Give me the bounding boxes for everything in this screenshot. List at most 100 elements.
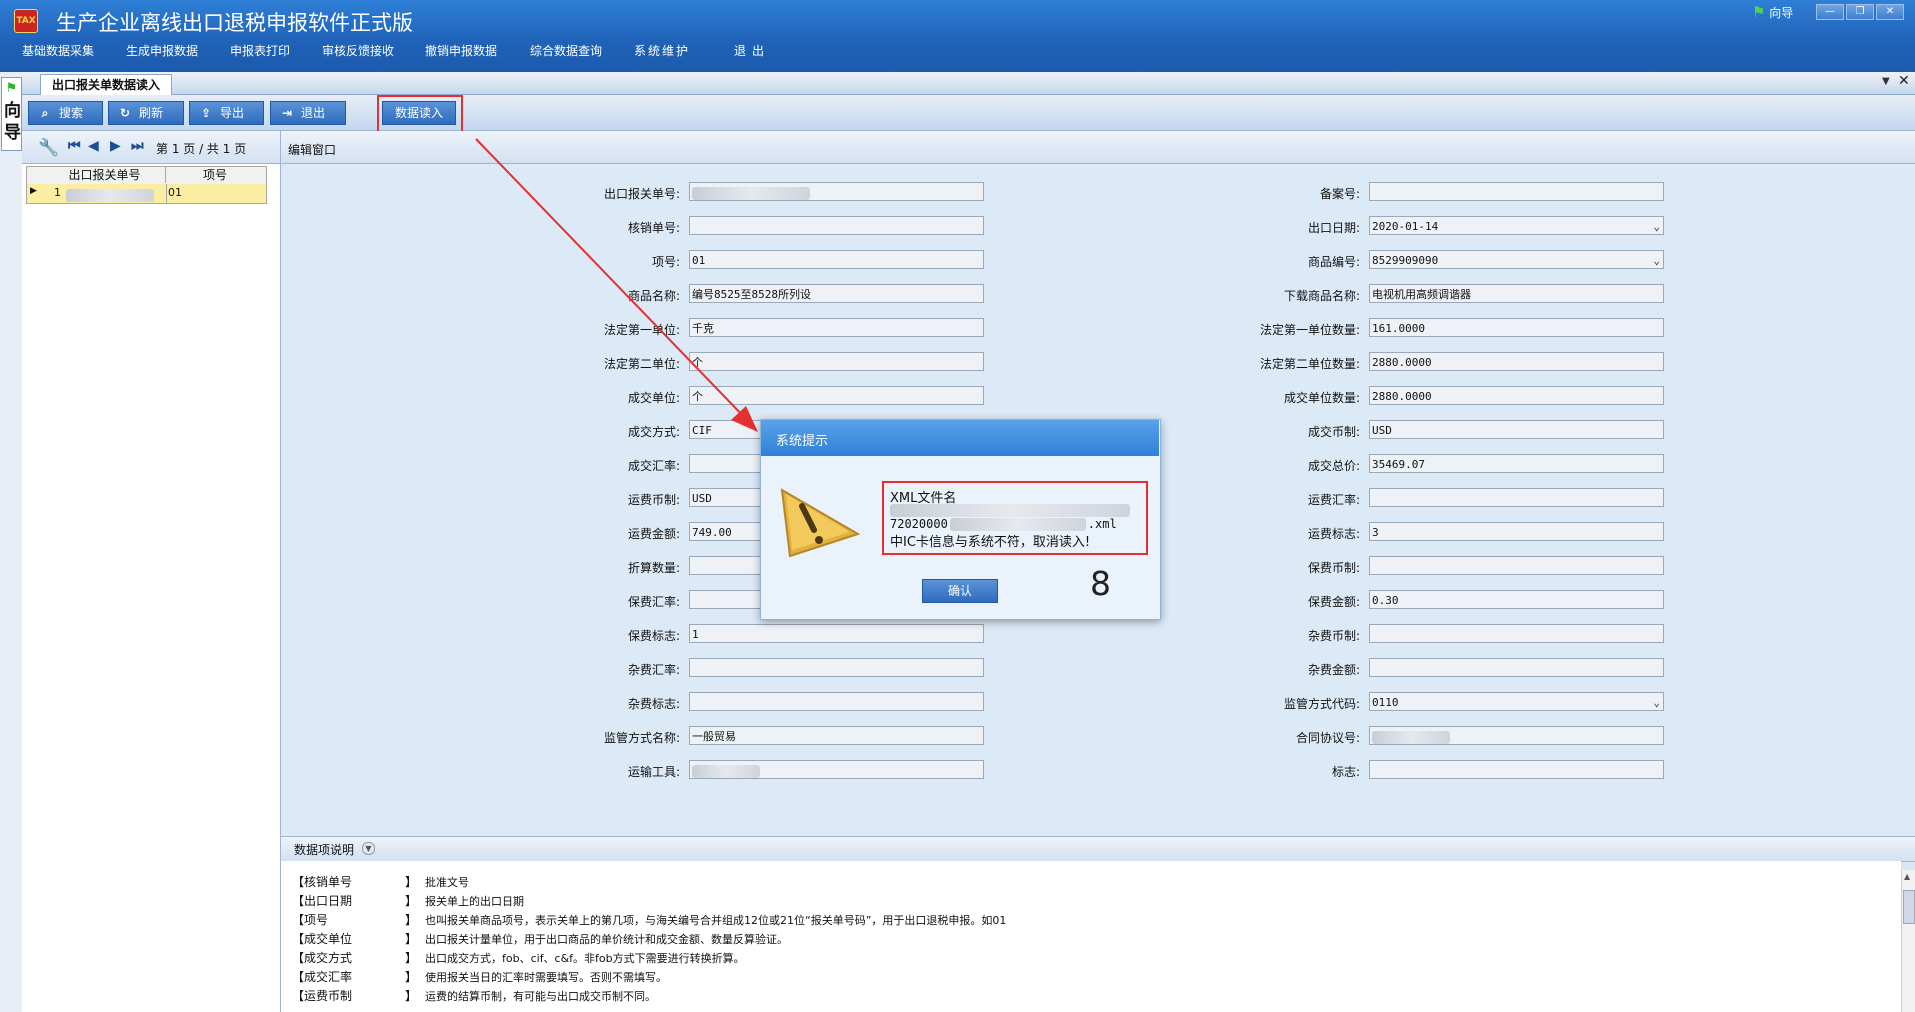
upload-icon: ⇪ <box>200 106 212 120</box>
right-form-field-value-4: 161.0000 <box>1372 322 1425 335</box>
minimize-icon[interactable]: — <box>1816 4 1844 20</box>
right-form-field-8[interactable]: 35469.07 <box>1369 454 1664 473</box>
left-form-field-0[interactable] <box>689 182 984 201</box>
left-form-field-4[interactable]: 千克 <box>689 318 984 337</box>
left-form-field-1[interactable] <box>689 216 984 235</box>
exit-button[interactable]: ⇥ 退出 <box>270 101 346 125</box>
right-form-label-10: 运费标志: <box>1307 527 1360 541</box>
menu-data-query[interactable]: 综合数据查询 <box>530 42 602 59</box>
menu-cancel-declaration[interactable]: 撤销申报数据 <box>425 42 497 59</box>
right-form-field-2[interactable]: 8529909090 ⌄ <box>1369 250 1664 269</box>
right-form-field-value-8: 35469.07 <box>1372 458 1425 471</box>
right-form-field-14[interactable] <box>1369 658 1664 677</box>
prev-page-icon[interactable]: ◀ <box>88 138 99 154</box>
menu-basic-data[interactable]: 基础数据采集 <box>22 42 94 59</box>
right-form-field-3[interactable]: 电视机用高频调谐器 <box>1369 284 1664 303</box>
app-logo-icon: TAX <box>14 9 38 33</box>
search-button[interactable]: ⌕ 搜索 <box>28 101 103 125</box>
description-key-1: 【出口日期 <box>292 894 353 908</box>
scroll-up-icon[interactable]: ▲ <box>1904 872 1910 881</box>
tab-menu-icon[interactable]: ▼ <box>1882 76 1890 87</box>
left-form-field-6[interactable]: 个 <box>689 386 984 405</box>
close-window-icon[interactable]: ✕ <box>1876 4 1904 20</box>
chevron-down-icon[interactable]: ⌄ <box>1653 217 1660 234</box>
right-form-field-13[interactable] <box>1369 624 1664 643</box>
right-form-label-9: 运费汇率: <box>1307 493 1360 507</box>
chevron-down-icon[interactable]: ⌄ <box>1653 693 1660 710</box>
right-form-field-value-10: 3 <box>1372 526 1379 539</box>
right-form-field-1[interactable]: 2020-01-14 ⌄ <box>1369 216 1664 235</box>
left-form-label-6: 成交单位: <box>627 391 680 405</box>
left-form-field-13[interactable]: 1 <box>689 624 984 643</box>
right-form-field-11[interactable] <box>1369 556 1664 575</box>
guide-vertical-tab[interactable]: ⚑ 向导 <box>1 77 22 151</box>
menu-exit[interactable]: 退出 <box>734 42 770 59</box>
restore-icon[interactable]: ❐ <box>1846 4 1874 20</box>
left-form-label-16: 监管方式名称: <box>603 731 680 745</box>
page-indicator: 第 1 页 / 共 1 页 <box>156 142 247 156</box>
export-button[interactable]: ⇪ 导出 <box>189 101 264 125</box>
next-page-icon[interactable]: ▶ <box>110 138 121 154</box>
right-form-field-value-12: 0.30 <box>1372 594 1399 607</box>
left-form-label-0: 出口报关单号: <box>603 187 680 201</box>
wrench-icon[interactable]: 🔧 <box>38 138 59 158</box>
right-form-field-15[interactable]: 0110 ⌄ <box>1369 692 1664 711</box>
right-form-field-12[interactable]: 0.30 <box>1369 590 1664 609</box>
left-form-field-3[interactable]: 编号8525至8528所列设 <box>689 284 984 303</box>
left-form-field-14[interactable] <box>689 658 984 677</box>
search-button-label: 搜索 <box>59 106 84 120</box>
redacted-value <box>692 186 810 200</box>
description-bracket: 】 <box>405 970 418 984</box>
export-button-label: 导出 <box>220 106 245 120</box>
right-form-field-7[interactable]: USD <box>1369 420 1664 439</box>
last-page-icon[interactable]: ⏭ <box>131 138 144 154</box>
right-form-field-value-1: 2020-01-14 <box>1372 220 1439 233</box>
menu-print-reports[interactable]: 申报表打印 <box>230 42 290 59</box>
right-form-field-9[interactable] <box>1369 488 1664 507</box>
column-header-declaration-no[interactable]: 出口报关单号 <box>44 167 166 183</box>
first-page-icon[interactable]: ⏮ <box>68 138 81 154</box>
search-icon: ⌕ <box>41 106 49 120</box>
left-form-label-13: 保费标志: <box>627 629 680 643</box>
tab-export-declaration-import[interactable]: 出口报关单数据读入 <box>40 74 172 95</box>
left-form-label-14: 杂费汇率: <box>627 663 680 677</box>
left-form-label-9: 运费币制: <box>627 493 680 507</box>
chevron-down-icon[interactable]: ⌄ <box>1653 251 1660 268</box>
left-form-field-value-10: 749.00 <box>692 526 732 539</box>
left-form-label-15: 杂费标志: <box>627 697 680 711</box>
description-key-5: 【成交汇率 <box>292 970 353 984</box>
menu-generate-declaration[interactable]: 生成申报数据 <box>126 42 198 59</box>
right-form-field-10[interactable]: 3 <box>1369 522 1664 541</box>
left-form-field-value-2: 01 <box>692 254 706 267</box>
scroll-thumb[interactable] <box>1903 890 1915 924</box>
left-form-label-11: 折算数量: <box>627 561 680 575</box>
right-form-label-5: 法定第二单位数量: <box>1259 357 1360 371</box>
left-form-field-16[interactable]: 一般贸易 <box>689 726 984 745</box>
right-form-field-6[interactable]: 2880.0000 <box>1369 386 1664 405</box>
left-form-field-5[interactable]: 个 <box>689 352 984 371</box>
column-header-item-no[interactable]: 项号 <box>166 167 264 183</box>
right-form-label-2: 商品编号: <box>1307 255 1360 269</box>
right-form-field-17[interactable] <box>1369 760 1664 779</box>
close-icon[interactable]: ✕ <box>1898 73 1910 89</box>
right-form-field-4[interactable]: 161.0000 <box>1369 318 1664 337</box>
left-form-field-2[interactable]: 01 <box>689 250 984 269</box>
menu-review-feedback[interactable]: 审核反馈接收 <box>322 42 394 59</box>
right-form-field-5[interactable]: 2880.0000 <box>1369 352 1664 371</box>
left-form-field-value-13: 1 <box>692 628 699 641</box>
right-form-field-0[interactable] <box>1369 182 1664 201</box>
guide-button-label: 向导 <box>1769 6 1794 20</box>
confirm-button[interactable]: 确认 <box>922 579 998 603</box>
refresh-button[interactable]: ↻ 刷新 <box>108 101 184 125</box>
guide-button[interactable]: ⚑ 向导 <box>1752 3 1793 21</box>
right-form-label-17: 标志: <box>1331 765 1360 779</box>
data-import-button[interactable]: 数据读入 <box>382 101 456 125</box>
right-form-label-8: 成交总价: <box>1307 459 1360 473</box>
left-form-field-15[interactable] <box>689 692 984 711</box>
warning-icon <box>780 488 861 558</box>
collapse-icon[interactable]: ▼ <box>362 842 375 855</box>
left-form-field-value-9: USD <box>692 492 712 505</box>
menu-system-maintenance[interactable]: 系统维护 <box>634 42 690 59</box>
left-form-field-17[interactable] <box>689 760 984 779</box>
right-form-field-16[interactable] <box>1369 726 1664 745</box>
